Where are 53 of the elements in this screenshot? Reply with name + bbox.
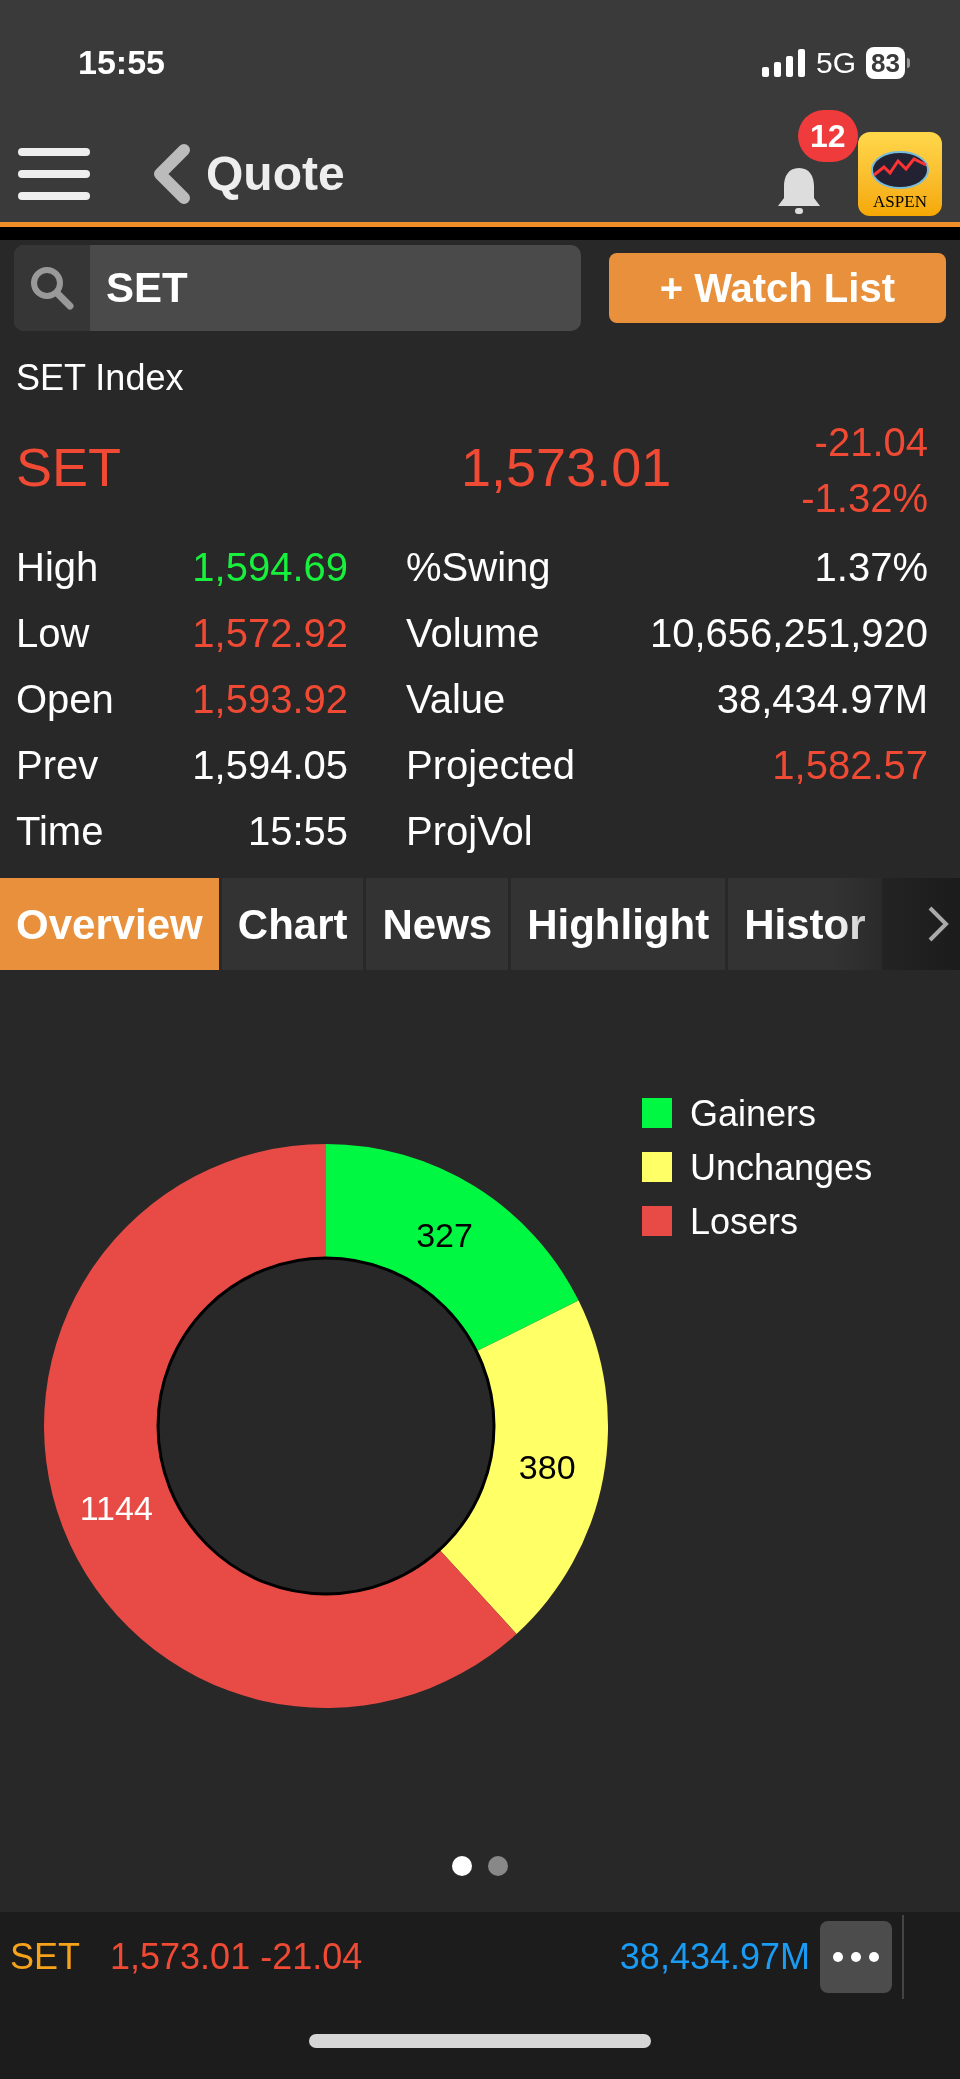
stat-label: %Swing [406,544,551,591]
legend-label: Losers [690,1201,799,1242]
slice-value-label: 1144 [79,1488,153,1527]
page-title: Quote [206,145,345,202]
stat-value: 38,434.97M [716,676,928,723]
tab[interactable]: Highlight [511,878,726,970]
tab[interactable]: Chart [221,878,364,970]
stat-value: 1,594.69 [192,544,348,591]
app-logo[interactable]: ASPEN [858,131,942,216]
more-icon [833,1952,879,1962]
stat-label: Volume [406,610,540,657]
stat-label: High [16,544,99,591]
stat-value: 1,572.92 [192,610,348,657]
slice-value-label: 380 [518,1448,576,1487]
index-symbol: SET [16,435,122,499]
legend-label: Unchanges [690,1147,873,1188]
index-price: 1,573.01 [461,435,672,499]
stat-label: Time [16,808,104,855]
back-icon[interactable] [152,143,190,204]
stat-value: 1,594.05 [192,742,348,789]
battery-level: 83 [866,46,905,79]
ticker-symbol: SET [10,1935,80,1979]
legend-label: Gainers [690,1093,817,1134]
network-label: 5G [816,45,857,81]
stat-value: 1,582.57 [772,742,928,789]
stat-label: Projected [406,742,575,789]
status-time: 15:55 [78,42,165,83]
stat-value: 1,593.92 [192,676,348,723]
tab[interactable]: News [366,878,509,970]
search-input[interactable]: SET [106,256,546,319]
index-change: -21.04 [814,419,928,466]
stat-label: ProjVol [406,808,533,855]
stat-label: Prev [16,742,99,789]
index-change-percent: -1.32% [801,475,928,522]
stat-label: Open [16,676,114,723]
battery-cap-icon [907,57,910,68]
ticker-price-change: 1,573.01 -21.04 [110,1935,363,1979]
logo-text: ASPEN [873,192,927,210]
index-name: SET Index [16,356,185,400]
chevron-right-icon[interactable] [926,904,950,944]
stat-label: Value [406,676,506,723]
stat-value: 15:55 [247,808,348,855]
notification-badge: 12 [798,109,858,162]
stat-value: 10,656,251,920 [649,610,928,657]
ticker-value: 38,434.97M [619,1935,810,1979]
signal-icon [762,48,807,77]
stat-label: Low [16,610,90,657]
more-button[interactable] [820,1921,892,1993]
slice-value-label: 327 [416,1215,473,1254]
search-field[interactable]: SET [14,244,581,331]
globe-chart-icon [870,150,930,189]
tab[interactable]: Histor [728,878,882,970]
stat-value: 1.37% [814,544,928,591]
